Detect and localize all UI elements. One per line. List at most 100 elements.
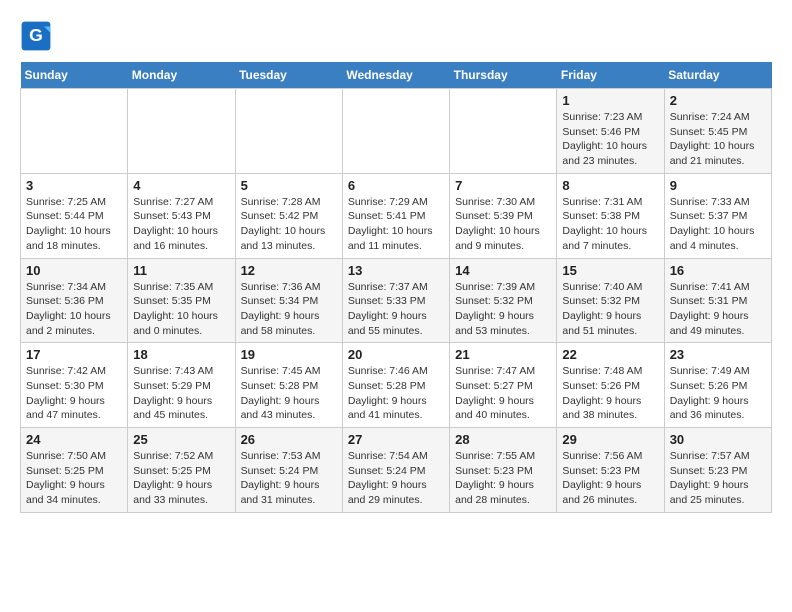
- day-info: Sunrise: 7:52 AM Sunset: 5:25 PM Dayligh…: [133, 449, 229, 508]
- calendar-cell: 1Sunrise: 7:23 AM Sunset: 5:46 PM Daylig…: [557, 89, 664, 174]
- day-number: 18: [133, 347, 229, 362]
- day-number: 6: [348, 178, 444, 193]
- day-number: 4: [133, 178, 229, 193]
- day-number: 24: [26, 432, 122, 447]
- calendar-cell: 9 Sunrise: 7:33 AM Sunset: 5:37 PM Daylig…: [664, 173, 771, 258]
- day-info: Sunrise: 7:39 AM Sunset: 5:32 PM Dayligh…: [455, 280, 551, 339]
- day-info: Sunrise: 7:56 AM Sunset: 5:23 PM Dayligh…: [562, 449, 658, 508]
- day-number: 12: [241, 263, 337, 278]
- calendar-week-row: 3 Sunrise: 7:25 AM Sunset: 5:44 PM Daylig…: [21, 173, 772, 258]
- day-info: Sunrise: 7:25 AM Sunset: 5:44 PM Dayligh…: [26, 195, 122, 254]
- day-info: Sunrise: 7:43 AM Sunset: 5:29 PM Dayligh…: [133, 364, 229, 423]
- day-number: 10: [26, 263, 122, 278]
- page-header: G: [20, 20, 772, 52]
- calendar-cell: 11 Sunrise: 7:35 AM Sunset: 5:35 PM Dayli…: [128, 258, 235, 343]
- day-info: Sunrise: 7:27 AM Sunset: 5:43 PM Dayligh…: [133, 195, 229, 254]
- calendar-cell: 2 Sunrise: 7:24 AM Sunset: 5:45 PM Daylig…: [664, 89, 771, 174]
- day-number: 16: [670, 263, 766, 278]
- day-info: Sunrise: 7:36 AM Sunset: 5:34 PM Dayligh…: [241, 280, 337, 339]
- day-info: Sunrise: 7:46 AM Sunset: 5:28 PM Dayligh…: [348, 364, 444, 423]
- calendar-cell: 17 Sunrise: 7:42 AM Sunset: 5:30 PM Dayli…: [21, 343, 128, 428]
- calendar-header-row: SundayMondayTuesdayWednesdayThursdayFrid…: [21, 62, 772, 89]
- weekday-header-tuesday: Tuesday: [235, 62, 342, 89]
- logo-icon: G: [20, 20, 52, 52]
- day-number: 25: [133, 432, 229, 447]
- calendar-cell: 10 Sunrise: 7:34 AM Sunset: 5:36 PM Dayli…: [21, 258, 128, 343]
- weekday-header-saturday: Saturday: [664, 62, 771, 89]
- day-info: Sunrise: 7:45 AM Sunset: 5:28 PM Dayligh…: [241, 364, 337, 423]
- day-info: Sunrise: 7:34 AM Sunset: 5:36 PM Dayligh…: [26, 280, 122, 339]
- day-number: 15: [562, 263, 658, 278]
- calendar-cell: 13 Sunrise: 7:37 AM Sunset: 5:33 PM Dayli…: [342, 258, 449, 343]
- day-number: 13: [348, 263, 444, 278]
- weekday-header-thursday: Thursday: [450, 62, 557, 89]
- day-info: Sunrise: 7:30 AM Sunset: 5:39 PM Dayligh…: [455, 195, 551, 254]
- day-info: Sunrise: 7:35 AM Sunset: 5:35 PM Dayligh…: [133, 280, 229, 339]
- svg-text:G: G: [29, 25, 43, 45]
- calendar-cell: 29 Sunrise: 7:56 AM Sunset: 5:23 PM Dayli…: [557, 428, 664, 513]
- weekday-header-monday: Monday: [128, 62, 235, 89]
- calendar-cell: 27 Sunrise: 7:54 AM Sunset: 5:24 PM Dayli…: [342, 428, 449, 513]
- calendar-week-row: 10 Sunrise: 7:34 AM Sunset: 5:36 PM Dayli…: [21, 258, 772, 343]
- calendar-cell: 30Sunrise: 7:57 AM Sunset: 5:23 PM Dayli…: [664, 428, 771, 513]
- day-info: Sunrise: 7:48 AM Sunset: 5:26 PM Dayligh…: [562, 364, 658, 423]
- day-number: 3: [26, 178, 122, 193]
- day-number: 9: [670, 178, 766, 193]
- calendar-cell: 20 Sunrise: 7:46 AM Sunset: 5:28 PM Dayli…: [342, 343, 449, 428]
- day-number: 28: [455, 432, 551, 447]
- day-info: Sunrise: 7:47 AM Sunset: 5:27 PM Dayligh…: [455, 364, 551, 423]
- day-number: 21: [455, 347, 551, 362]
- calendar-cell: 28 Sunrise: 7:55 AM Sunset: 5:23 PM Dayli…: [450, 428, 557, 513]
- day-number: 23: [670, 347, 766, 362]
- calendar-week-row: 24 Sunrise: 7:50 AM Sunset: 5:25 PM Dayli…: [21, 428, 772, 513]
- day-number: 29: [562, 432, 658, 447]
- day-number: 27: [348, 432, 444, 447]
- calendar-week-row: 1Sunrise: 7:23 AM Sunset: 5:46 PM Daylig…: [21, 89, 772, 174]
- calendar-cell: 3 Sunrise: 7:25 AM Sunset: 5:44 PM Daylig…: [21, 173, 128, 258]
- day-number: 19: [241, 347, 337, 362]
- calendar-cell: 15 Sunrise: 7:40 AM Sunset: 5:32 PM Dayli…: [557, 258, 664, 343]
- day-info: Sunrise: 7:57 AM Sunset: 5:23 PM Dayligh…: [670, 449, 766, 508]
- day-info: Sunrise: 7:42 AM Sunset: 5:30 PM Dayligh…: [26, 364, 122, 423]
- calendar-cell: 19 Sunrise: 7:45 AM Sunset: 5:28 PM Dayli…: [235, 343, 342, 428]
- calendar-cell: 21 Sunrise: 7:47 AM Sunset: 5:27 PM Dayli…: [450, 343, 557, 428]
- day-number: 2: [670, 93, 766, 108]
- calendar-cell: 24 Sunrise: 7:50 AM Sunset: 5:25 PM Dayli…: [21, 428, 128, 513]
- calendar-week-row: 17 Sunrise: 7:42 AM Sunset: 5:30 PM Dayli…: [21, 343, 772, 428]
- calendar-cell: 4 Sunrise: 7:27 AM Sunset: 5:43 PM Daylig…: [128, 173, 235, 258]
- calendar-cell: 5Sunrise: 7:28 AM Sunset: 5:42 PM Daylig…: [235, 173, 342, 258]
- day-info: Sunrise: 7:29 AM Sunset: 5:41 PM Dayligh…: [348, 195, 444, 254]
- day-number: 14: [455, 263, 551, 278]
- day-info: Sunrise: 7:31 AM Sunset: 5:38 PM Dayligh…: [562, 195, 658, 254]
- day-info: Sunrise: 7:54 AM Sunset: 5:24 PM Dayligh…: [348, 449, 444, 508]
- day-info: Sunrise: 7:53 AM Sunset: 5:24 PM Dayligh…: [241, 449, 337, 508]
- calendar-cell: [450, 89, 557, 174]
- weekday-header-sunday: Sunday: [21, 62, 128, 89]
- calendar-cell: 23 Sunrise: 7:49 AM Sunset: 5:26 PM Dayli…: [664, 343, 771, 428]
- calendar-cell: 6 Sunrise: 7:29 AM Sunset: 5:41 PM Daylig…: [342, 173, 449, 258]
- calendar-cell: 8 Sunrise: 7:31 AM Sunset: 5:38 PM Daylig…: [557, 173, 664, 258]
- day-info: Sunrise: 7:40 AM Sunset: 5:32 PM Dayligh…: [562, 280, 658, 339]
- day-info: Sunrise: 7:55 AM Sunset: 5:23 PM Dayligh…: [455, 449, 551, 508]
- day-info: Sunrise: 7:37 AM Sunset: 5:33 PM Dayligh…: [348, 280, 444, 339]
- day-info: Sunrise: 7:33 AM Sunset: 5:37 PM Dayligh…: [670, 195, 766, 254]
- day-number: 8: [562, 178, 658, 193]
- day-number: 17: [26, 347, 122, 362]
- calendar-cell: 25 Sunrise: 7:52 AM Sunset: 5:25 PM Dayli…: [128, 428, 235, 513]
- day-number: 11: [133, 263, 229, 278]
- calendar-cell: 26Sunrise: 7:53 AM Sunset: 5:24 PM Dayli…: [235, 428, 342, 513]
- day-info: Sunrise: 7:24 AM Sunset: 5:45 PM Dayligh…: [670, 110, 766, 169]
- day-info: Sunrise: 7:23 AM Sunset: 5:46 PM Dayligh…: [562, 110, 658, 169]
- day-info: Sunrise: 7:50 AM Sunset: 5:25 PM Dayligh…: [26, 449, 122, 508]
- day-info: Sunrise: 7:41 AM Sunset: 5:31 PM Dayligh…: [670, 280, 766, 339]
- day-number: 7: [455, 178, 551, 193]
- logo: G: [20, 20, 56, 52]
- calendar-cell: [128, 89, 235, 174]
- calendar-cell: [342, 89, 449, 174]
- day-info: Sunrise: 7:28 AM Sunset: 5:42 PM Dayligh…: [241, 195, 337, 254]
- day-info: Sunrise: 7:49 AM Sunset: 5:26 PM Dayligh…: [670, 364, 766, 423]
- calendar-table: SundayMondayTuesdayWednesdayThursdayFrid…: [20, 62, 772, 513]
- weekday-header-wednesday: Wednesday: [342, 62, 449, 89]
- calendar-cell: [235, 89, 342, 174]
- day-number: 20: [348, 347, 444, 362]
